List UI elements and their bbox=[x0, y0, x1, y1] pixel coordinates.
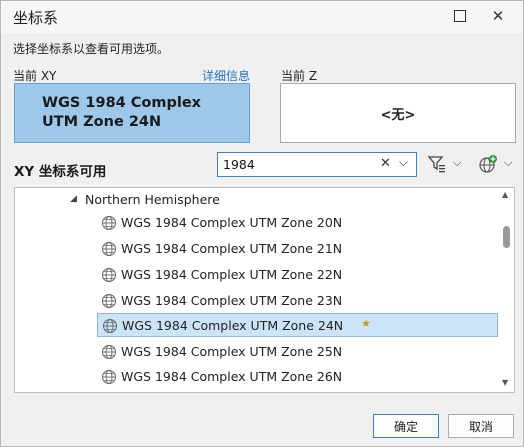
title-bar: 坐标系 ✕ bbox=[1, 1, 523, 33]
details-link[interactable]: 详细信息 bbox=[202, 67, 250, 84]
list-item-label: WGS 1984 Complex UTM Zone 23N bbox=[121, 293, 343, 308]
list-item-selected[interactable]: WGS 1984 Complex UTM Zone 24N ★ bbox=[97, 313, 498, 337]
list-item[interactable]: WGS 1984 Complex UTM Zone 22N bbox=[97, 263, 498, 287]
current-z-box[interactable]: <无> bbox=[280, 83, 516, 143]
available-systems-label: XY 坐标系可用 bbox=[14, 164, 107, 180]
globe-add-icon[interactable] bbox=[478, 154, 498, 174]
description-text: 选择坐标系以查看可用选项。 bbox=[13, 42, 170, 56]
tree-node-northern-hemisphere[interactable]: ◢ Northern Hemisphere bbox=[15, 188, 500, 212]
expand-icon[interactable]: ◢ bbox=[70, 194, 77, 204]
search-input[interactable] bbox=[223, 156, 373, 173]
globe-icon bbox=[102, 216, 116, 230]
tree-node-label: Northern Hemisphere bbox=[85, 192, 220, 207]
scrollbar-thumb[interactable] bbox=[503, 226, 510, 248]
list-item[interactable]: WGS 1984 Complex UTM Zone 25N bbox=[97, 340, 498, 364]
ok-button[interactable]: 确定 bbox=[373, 414, 439, 438]
maximize-button[interactable] bbox=[447, 5, 473, 27]
list-item-label: WGS 1984 Complex UTM Zone 25N bbox=[121, 344, 343, 359]
scroll-up-icon[interactable]: ▲ bbox=[502, 190, 508, 199]
current-z-label: 当前 Z bbox=[281, 69, 318, 83]
add-favorite-icon[interactable]: ★ bbox=[361, 317, 371, 330]
globe-icon bbox=[102, 370, 116, 384]
filter-dropdown-icon[interactable]: ⌵ bbox=[453, 156, 461, 170]
list-item-label: WGS 1984 Complex UTM Zone 24N bbox=[122, 318, 344, 333]
search-dropdown-icon[interactable]: ⌵ bbox=[399, 155, 408, 170]
list-item[interactable]: WGS 1984 Complex UTM Zone 21N bbox=[97, 237, 498, 261]
list-item-label: WGS 1984 Complex UTM Zone 20N bbox=[121, 215, 343, 230]
list-item[interactable]: WGS 1984 Complex UTM Zone 20N bbox=[97, 211, 498, 235]
current-xy-box[interactable]: WGS 1984 Complex UTM Zone 24N bbox=[14, 83, 250, 143]
ok-button-label: 确定 bbox=[393, 419, 418, 434]
globe-icon bbox=[102, 242, 116, 256]
list-item-label: WGS 1984 Complex UTM Zone 21N bbox=[121, 241, 343, 256]
add-dropdown-icon[interactable]: ⌵ bbox=[504, 156, 512, 170]
maximize-icon bbox=[454, 10, 466, 22]
list-item[interactable]: WGS 1984 Complex UTM Zone 23N bbox=[97, 289, 498, 313]
list-item[interactable]: WGS 1984 Complex UTM Zone 26N bbox=[97, 365, 498, 389]
close-icon: ✕ bbox=[491, 7, 505, 25]
clear-search-icon[interactable]: ✕ bbox=[380, 156, 391, 171]
list-item-label: WGS 1984 Complex UTM Zone 22N bbox=[121, 267, 343, 282]
cancel-button-label: 取消 bbox=[468, 419, 493, 434]
coordinate-system-dialog: 坐标系 ✕ 选择坐标系以查看可用选项。 当前 XY 详细信息 当前 Z WGS … bbox=[0, 0, 524, 447]
cancel-button[interactable]: 取消 bbox=[448, 414, 514, 438]
window-title: 坐标系 bbox=[13, 9, 59, 27]
filter-icon[interactable] bbox=[427, 154, 447, 174]
scroll-down-icon[interactable]: ▼ bbox=[502, 378, 508, 387]
globe-icon bbox=[102, 268, 116, 282]
globe-icon bbox=[102, 345, 116, 359]
current-xy-value: WGS 1984 Complex UTM Zone 24N bbox=[42, 95, 202, 130]
close-button[interactable]: ✕ bbox=[485, 5, 511, 27]
coordinate-system-list[interactable]: ◢ Northern Hemisphere WGS 1984 Complex U… bbox=[14, 187, 515, 393]
list-item-label: WGS 1984 Complex UTM Zone 26N bbox=[121, 369, 343, 384]
globe-icon bbox=[102, 294, 116, 308]
search-box[interactable]: ✕ ⌵ bbox=[217, 152, 417, 177]
current-xy-label: 当前 XY bbox=[13, 69, 57, 83]
current-z-value: <无> bbox=[380, 107, 416, 123]
vertical-scrollbar[interactable]: ▲ ▼ bbox=[498, 188, 514, 392]
globe-icon bbox=[103, 319, 117, 333]
